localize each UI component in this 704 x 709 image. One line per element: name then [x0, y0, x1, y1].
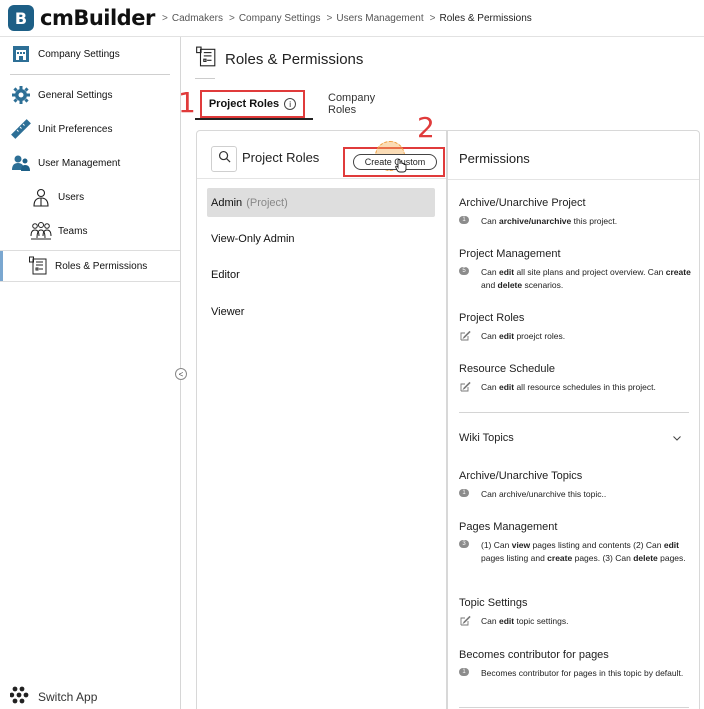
perm-becomes-contributor: Becomes contributor for pages 1 Becomes c…: [459, 649, 684, 678]
role-item-admin[interactable]: Admin (Project): [207, 188, 435, 217]
roles-panel-title: Project Roles: [242, 150, 320, 165]
user-icon: [30, 186, 52, 208]
perm-description: Becomes contributor for pages in this to…: [481, 668, 684, 678]
perm-description: Can edit proejct roles.: [481, 331, 566, 341]
chevron-down-icon: [673, 433, 681, 443]
perm-project-roles: Project Roles Can edit proejct roles.: [459, 312, 566, 341]
search-button[interactable]: [211, 146, 237, 172]
pencil-icon: [459, 329, 471, 341]
perm-archive-topics: Archive/Unarchive Topics 1 Can archive/un…: [459, 470, 607, 499]
search-icon: [218, 150, 231, 168]
perm-pages-management: Pages Management 3 (1) Can view pages lis…: [459, 521, 691, 565]
tab-company-roles[interactable]: Company Roles: [328, 90, 375, 118]
tab-project-roles[interactable]: Project Roles i: [200, 90, 305, 118]
sidebar-item-roles-permissions[interactable]: Roles & Permissions: [0, 250, 180, 282]
app-logo[interactable]: B cmBuilder: [8, 5, 158, 31]
sidebar-item-users[interactable]: Users: [30, 186, 210, 208]
active-tab-underline: [195, 118, 313, 120]
section-divider: [459, 707, 689, 708]
roles-panel-header: Project Roles Create Custom 2: [197, 111, 446, 179]
sidebar-item-user-management[interactable]: User Management: [10, 152, 190, 174]
page-title: Roles & Permissions: [225, 51, 364, 68]
gear-icon: [10, 84, 32, 106]
count-badge: 3: [459, 540, 469, 548]
info-icon[interactable]: i: [284, 98, 297, 110]
perm-description: Can archive/unarchive this project.: [481, 216, 618, 226]
sidebar-item-company-settings[interactable]: Company Settings: [10, 43, 190, 65]
team-icon: [30, 220, 52, 242]
permissions-divider: [448, 179, 699, 180]
building-icon: [10, 43, 32, 65]
users-icon: [10, 152, 32, 174]
chevron-right-icon: >: [228, 12, 235, 24]
perm-description: Can edit all resource schedules in this …: [481, 382, 656, 392]
top-bar: B cmBuilder > Cadmakers > Company Settings…: [0, 0, 704, 37]
logo-mark: B: [8, 5, 34, 31]
chevron-right-icon: >: [326, 12, 333, 24]
roles-panel: Project Roles Create Custom 2 Admin (Pro…: [196, 111, 447, 709]
active-indicator: [0, 251, 3, 281]
switch-app-button[interactable]: Switch App: [9, 685, 97, 708]
apps-icon: [9, 685, 30, 708]
create-custom-highlight: Create Custom: [343, 141, 445, 178]
pencil-icon: [459, 614, 471, 626]
count-badge: 5: [459, 267, 469, 275]
permissions-title: Permissions: [459, 151, 530, 166]
perm-project-management: Project Management 5 Can edit all site pl…: [459, 248, 691, 290]
count-badge: 1: [459, 216, 469, 224]
sidebar-item-general-settings[interactable]: General Settings: [10, 84, 190, 106]
logo-text: cmBuilder: [40, 6, 155, 30]
page-header: Roles & Permissions: [195, 46, 363, 73]
chevron-right-icon: >: [429, 12, 436, 24]
count-badge: 1: [459, 489, 469, 497]
collapse-sidebar-button[interactable]: <: [175, 368, 187, 380]
role-item-viewer[interactable]: Viewer: [207, 297, 435, 326]
perm-description: Can archive/unarchive this topic..: [481, 489, 607, 499]
hand-cursor-icon: [395, 159, 407, 178]
section-divider: [459, 412, 689, 413]
role-item-view-only-admin[interactable]: View-Only Admin: [207, 224, 435, 253]
roles-icon: [27, 255, 49, 277]
ruler-icon: [10, 118, 32, 140]
breadcrumb-item-users-management[interactable]: > Users Management: [327, 13, 424, 24]
breadcrumb-item-company-settings[interactable]: > Company Settings: [229, 13, 321, 24]
chevron-left-icon: <: [178, 369, 184, 379]
annotation-step-1: 1: [178, 86, 196, 119]
pencil-icon: [459, 380, 471, 392]
section-wiki-topics[interactable]: Wiki Topics: [459, 432, 689, 444]
annotation-step-2: 2: [417, 111, 435, 144]
sidebar-item-teams[interactable]: Teams: [30, 220, 210, 242]
permissions-panel: Permissions Archive/Unarchive Project 1C…: [447, 130, 700, 709]
sidebar-divider: [10, 74, 170, 75]
perm-description: Can edit all site plans and project over…: [481, 267, 691, 290]
sidebar: Company Settings General Settings Unit P…: [0, 37, 181, 709]
perm-topic-settings: Topic Settings Can edit topic settings.: [459, 597, 569, 626]
perm-resource-schedule: Resource Schedule Can edit all resource …: [459, 363, 656, 392]
role-item-editor[interactable]: Editor: [207, 260, 435, 289]
perm-description: (1) Can view pages listing and contents …: [481, 540, 686, 563]
breadcrumb: > Cadmakers > Company Settings > Users Mana…: [162, 13, 538, 24]
sidebar-item-unit-preferences[interactable]: Unit Preferences: [10, 118, 190, 140]
roles-icon: [195, 46, 217, 73]
chevron-right-icon: >: [162, 12, 168, 24]
perm-description: Can edit topic settings.: [481, 616, 569, 626]
breadcrumb-item-roles-permissions: > Roles & Permissions: [429, 12, 532, 24]
count-badge: 1: [459, 668, 469, 676]
perm-archive-project: Archive/Unarchive Project 1 Can archive/u…: [459, 197, 618, 226]
breadcrumb-item-cadmakers[interactable]: > Cadmakers: [162, 13, 223, 24]
header-divider: [195, 78, 215, 79]
